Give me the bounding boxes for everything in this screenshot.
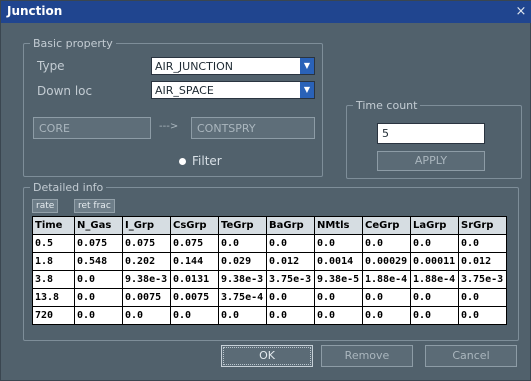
table-cell[interactable]: 13.8 [32, 288, 75, 307]
ok-button[interactable]: OK [221, 345, 313, 367]
down-loc-label: Down loc [37, 84, 93, 98]
table-cell[interactable]: 0.0 [218, 306, 267, 325]
table-cell[interactable]: 0.0075 [122, 288, 171, 307]
table-cell[interactable]: 0.0 [362, 234, 411, 253]
column-header[interactable]: NMtls [314, 216, 363, 235]
tab-rate[interactable]: rate [32, 199, 59, 213]
table-cell[interactable]: 9.38e-3 [218, 270, 267, 289]
table-row[interactable]: 13.8 0.0 0.0075 0.0075 3.75e-4 0.0 0.0 0.0 0.0 0.… [32, 288, 507, 307]
to-location-field: CONTSPRY [191, 117, 315, 139]
time-count-legend: Time count [356, 99, 418, 112]
filter-radio[interactable]: Filter [179, 154, 222, 168]
table-cell[interactable]: 0.0 [458, 306, 507, 325]
table-cell[interactable]: 3.75e-3 [458, 270, 507, 289]
table-cell[interactable]: 0.0 [266, 234, 315, 253]
column-header[interactable]: LaGrp [410, 216, 459, 235]
table-cell[interactable]: 0.0 [458, 234, 507, 253]
table-cell[interactable]: 0.0 [170, 306, 219, 325]
table-cell[interactable]: 0.0 [266, 288, 315, 307]
table-cell[interactable]: 0.00011 [410, 252, 459, 271]
junction-dialog: Junction × Basic property Type AIR_JUNCT… [0, 0, 531, 381]
table-cell[interactable]: 0.0 [314, 306, 363, 325]
release-table: Time N_Gas I_Grp CsGrp TeGrp BaGrp NMtls CeGrp L… [32, 216, 507, 325]
table-row[interactable]: 1.8 0.548 0.202 0.144 0.029 0.012 0.0014 0.0002… [32, 252, 507, 271]
table-cell[interactable]: 3.75e-4 [218, 288, 267, 307]
detailed-info-legend: Detailed info [33, 181, 104, 194]
table-cell[interactable]: 1.8 [32, 252, 75, 271]
type-label: Type [37, 59, 65, 73]
table-cell[interactable]: 0.0 [266, 306, 315, 325]
table-cell[interactable]: 0.0 [314, 234, 363, 253]
table-cell[interactable]: 0.202 [122, 252, 171, 271]
column-header[interactable]: BaGrp [266, 216, 315, 235]
cancel-button[interactable]: Cancel [425, 345, 517, 367]
table-row[interactable]: 0.5 0.075 0.075 0.075 0.0 0.0 0.0 0.0 0.0 0.0 [32, 234, 507, 253]
table-cell[interactable]: 0.0131 [170, 270, 219, 289]
table-row[interactable]: 720 0.0 0.0 0.0 0.0 0.0 0.0 0.0 0.0 0.0 [32, 306, 507, 325]
table-header-row: Time N_Gas I_Grp CsGrp TeGrp BaGrp NMtls CeGrp L… [32, 216, 507, 235]
table-cell[interactable]: 0.0 [410, 288, 459, 307]
column-header[interactable]: CsGrp [170, 216, 219, 235]
table-cell[interactable]: 0.5 [32, 234, 75, 253]
table-cell[interactable]: 0.144 [170, 252, 219, 271]
table-cell[interactable]: 0.0 [362, 288, 411, 307]
from-location-field: CORE [33, 117, 151, 139]
filter-label: Filter [192, 154, 222, 168]
table-cell[interactable]: 1.88e-4 [410, 270, 459, 289]
table-cell[interactable]: 1.88e-4 [362, 270, 411, 289]
table-cell[interactable]: 0.0 [74, 306, 123, 325]
radio-icon [179, 158, 186, 165]
apply-button[interactable]: APPLY [377, 151, 485, 171]
table-cell[interactable]: 0.0 [122, 306, 171, 325]
column-header[interactable]: I_Grp [122, 216, 171, 235]
time-count-input[interactable] [377, 123, 485, 144]
table-row[interactable]: 3.8 0.0 9.38e-3 0.0131 9.38e-3 3.75e-3 9.38e-5… [32, 270, 507, 289]
table-cell[interactable]: 0.0 [410, 306, 459, 325]
title-bar[interactable]: Junction × [1, 1, 531, 23]
table-cell[interactable]: 0.012 [266, 252, 315, 271]
table-cell[interactable]: 0.0 [314, 288, 363, 307]
table-cell[interactable]: 0.075 [122, 234, 171, 253]
table-cell[interactable]: 0.0 [410, 234, 459, 253]
window-title: Junction [7, 4, 63, 18]
table-cell[interactable]: 0.0075 [170, 288, 219, 307]
table-cell[interactable]: 9.38e-3 [122, 270, 171, 289]
table-cell[interactable]: 720 [32, 306, 75, 325]
table-cell[interactable]: 0.029 [218, 252, 267, 271]
table-cell[interactable]: 0.0 [458, 288, 507, 307]
table-cell[interactable]: 0.075 [74, 234, 123, 253]
table-cell[interactable]: 9.38e-5 [314, 270, 363, 289]
type-value: AIR_JUNCTION [155, 60, 233, 73]
column-header[interactable]: CeGrp [362, 216, 411, 235]
type-select[interactable]: AIR_JUNCTION ▼ [151, 57, 315, 75]
flow-arrow: ---> [159, 121, 179, 132]
tab-ret-frac[interactable]: ret frac [74, 199, 115, 213]
table-cell[interactable]: 0.075 [170, 234, 219, 253]
table-cell[interactable]: 0.0 [74, 288, 123, 307]
column-header[interactable]: SrGrp [458, 216, 507, 235]
table-cell[interactable]: 0.0 [362, 306, 411, 325]
chevron-down-icon[interactable]: ▼ [300, 58, 314, 74]
column-header[interactable]: Time [32, 216, 75, 235]
remove-button[interactable]: Remove [321, 345, 413, 367]
table-cell[interactable]: 0.012 [458, 252, 507, 271]
table-cell[interactable]: 3.75e-3 [266, 270, 315, 289]
down-loc-value: AIR_SPACE [155, 84, 214, 97]
chevron-down-icon[interactable]: ▼ [300, 82, 314, 98]
table-cell[interactable]: 0.00029 [362, 252, 411, 271]
table-cell[interactable]: 0.0014 [314, 252, 363, 271]
basic-property-legend: Basic property [33, 37, 113, 50]
table-cell[interactable]: 0.548 [74, 252, 123, 271]
column-header[interactable]: TeGrp [218, 216, 267, 235]
down-loc-select[interactable]: AIR_SPACE ▼ [151, 81, 315, 99]
column-header[interactable]: N_Gas [74, 216, 123, 235]
table-cell[interactable]: 3.8 [32, 270, 75, 289]
table-cell[interactable]: 0.0 [74, 270, 123, 289]
close-icon[interactable]: × [514, 5, 528, 19]
table-cell[interactable]: 0.0 [218, 234, 267, 253]
